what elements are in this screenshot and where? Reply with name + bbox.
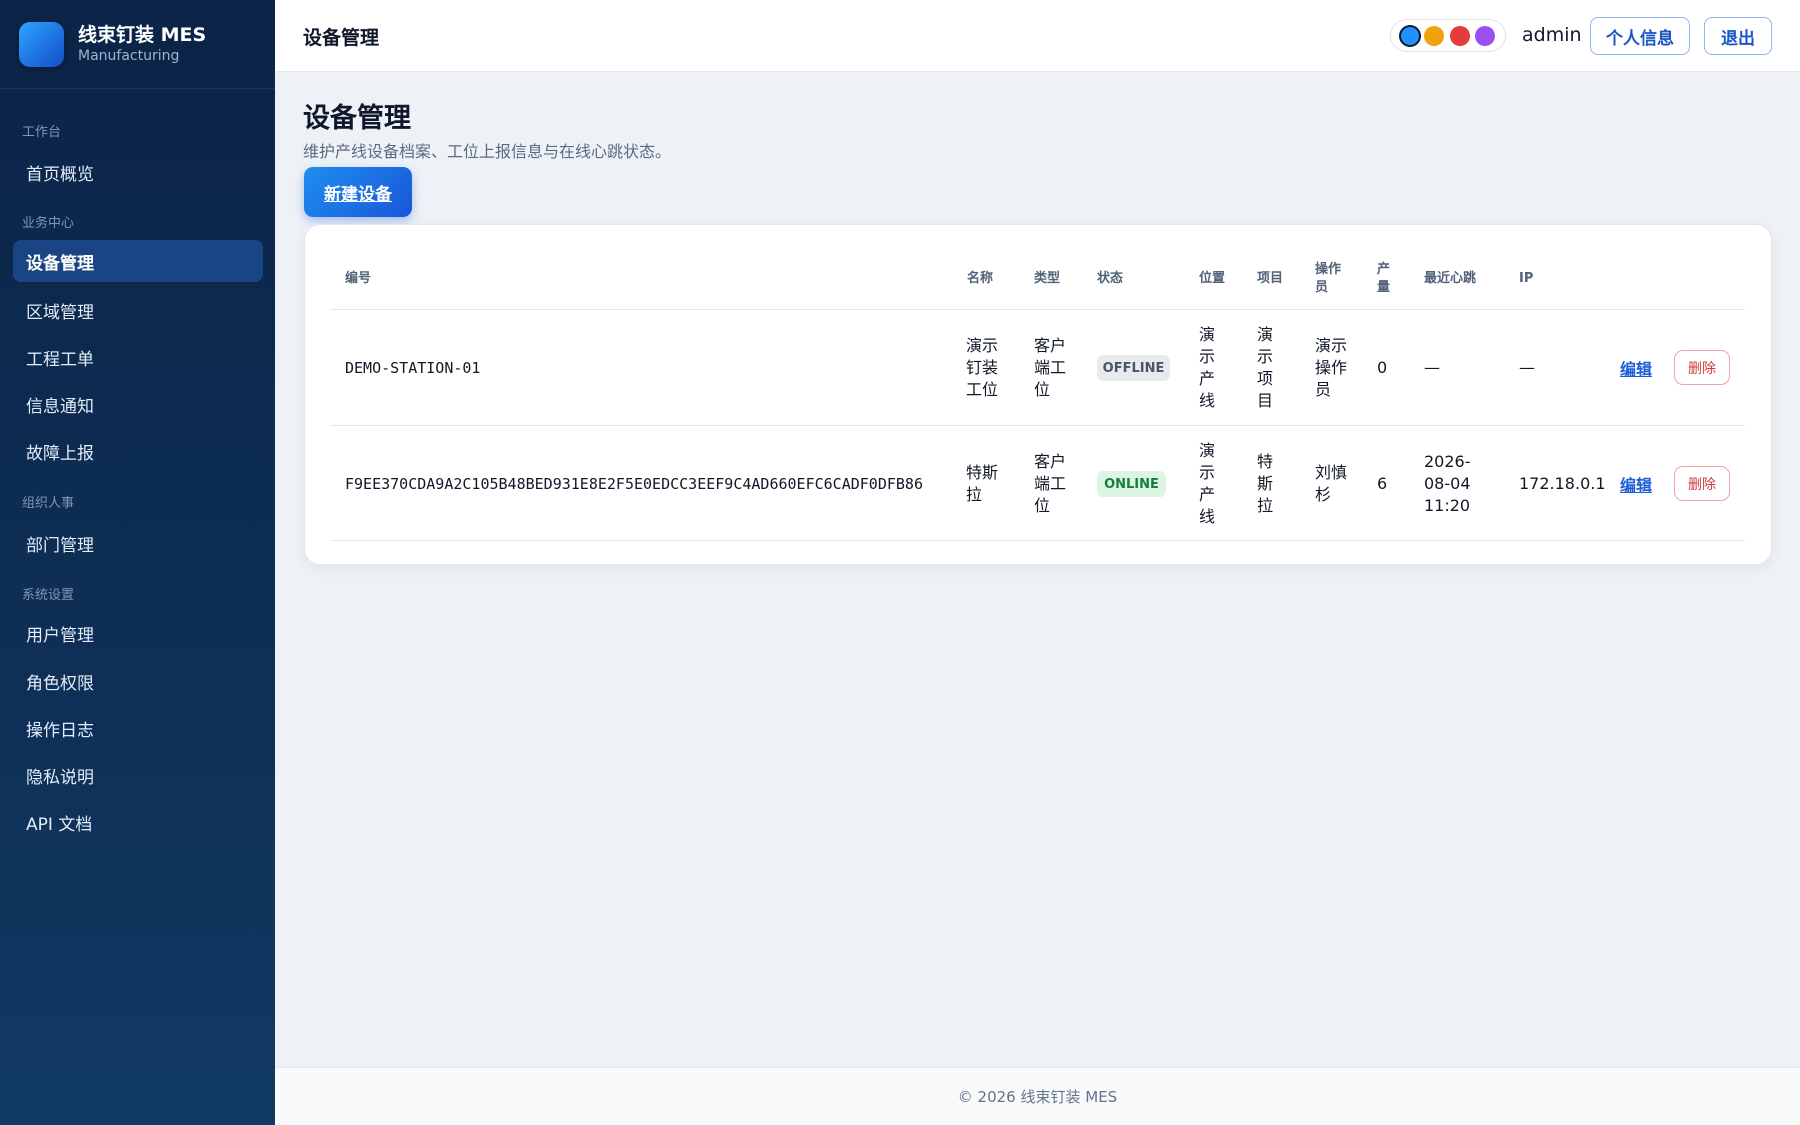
current-user: admin	[1522, 24, 1582, 46]
row2-status-badge: ONLINE	[1097, 471, 1166, 497]
sidebar-item-areas[interactable]: 区域管理	[13, 289, 263, 331]
row2-edit-link[interactable]: 编辑	[1620, 472, 1652, 496]
theme-color-picker	[1390, 19, 1506, 52]
row1-name: 演示钉装工位	[966, 336, 999, 399]
brand: 线束钉装 MES Manufacturing	[0, 0, 275, 89]
row2-name: 特斯拉	[966, 463, 999, 504]
sidebar-item-roles[interactable]: 角色权限	[13, 660, 263, 702]
new-device-button[interactable]: 新建设备	[304, 167, 412, 217]
column-header-status: 状态	[1097, 271, 1124, 286]
row1-status-badge: OFFLINE	[1097, 355, 1170, 381]
sidebar: 线束钉装 MES Manufacturing 工作台 首页概览 业务中心 设备管…	[0, 0, 275, 1125]
row2-heartbeat: 2026-08-04 11:20	[1424, 452, 1471, 515]
brand-name: 线束钉装 MES	[78, 24, 207, 46]
column-header-code: 编号	[345, 271, 372, 286]
row2-location: 演示产线	[1199, 441, 1216, 526]
column-header-name: 名称	[967, 271, 994, 286]
sidebar-item-departments[interactable]: 部门管理	[13, 522, 263, 564]
row1-delete-button[interactable]: 删除	[1674, 350, 1730, 385]
nav-group-org: 组织人事	[22, 496, 75, 511]
row2-ip: 172.18.0.1	[1519, 474, 1606, 493]
row2-output: 6	[1377, 474, 1388, 493]
theme-swatch-orange[interactable]	[1424, 25, 1445, 46]
column-header-type: 类型	[1034, 271, 1061, 286]
row1-ip: —	[1519, 358, 1535, 377]
column-header-heartbeat: 最近心跳	[1424, 271, 1477, 286]
sidebar-item-privacy[interactable]: 隐私说明	[13, 754, 263, 796]
nav-group-system: 系统设置	[22, 588, 75, 603]
row1-output: 0	[1377, 358, 1388, 377]
row1-heartbeat: —	[1424, 358, 1440, 377]
table-divider	[330, 540, 1745, 541]
table-divider	[330, 309, 1745, 310]
row1-location: 演示产线	[1199, 325, 1216, 410]
sidebar-item-operation-log[interactable]: 操作日志	[13, 707, 263, 749]
row2-code: F9EE370CDA9A2C105B48BED931E8E2F5E0EDCC3E…	[345, 475, 923, 493]
sidebar-item-devices[interactable]: 设备管理	[13, 240, 263, 282]
table-divider	[330, 425, 1745, 426]
page-description: 维护产线设备档案、工位上报信息与在线心跳状态。	[303, 142, 672, 161]
logout-button[interactable]: 退出	[1704, 17, 1772, 55]
column-header-project: 项目	[1257, 271, 1284, 286]
row1-code: DEMO-STATION-01	[345, 359, 481, 377]
sidebar-item-users[interactable]: 用户管理	[13, 612, 263, 654]
page-title: 设备管理	[303, 103, 411, 134]
column-header-operator: 操作员	[1315, 262, 1342, 295]
profile-button[interactable]: 个人信息	[1590, 17, 1690, 55]
column-header-location: 位置	[1199, 271, 1226, 286]
row1-operator: 演示操作员	[1315, 336, 1348, 399]
sidebar-item-home[interactable]: 首页概览	[13, 151, 263, 193]
theme-swatch-red[interactable]	[1449, 25, 1470, 46]
top-header: 设备管理 admin 个人信息 退出	[275, 0, 1800, 72]
row2-delete-button[interactable]: 删除	[1674, 466, 1730, 501]
theme-swatch-purple[interactable]	[1475, 25, 1496, 46]
nav-group-workbench: 工作台	[22, 125, 62, 140]
sidebar-item-notifications[interactable]: 信息通知	[13, 383, 263, 425]
row2-project: 特斯拉	[1257, 452, 1274, 515]
sidebar-item-work-orders[interactable]: 工程工单	[13, 336, 263, 378]
column-header-ip: IP	[1519, 271, 1534, 286]
brand-subtitle: Manufacturing	[78, 48, 180, 64]
row2-type: 客户端工位	[1034, 452, 1067, 515]
nav-group-business: 业务中心	[22, 216, 75, 231]
row1-type: 客户端工位	[1034, 336, 1067, 399]
footer: © 2026 线束钉装 MES	[275, 1067, 1800, 1125]
header-title: 设备管理	[303, 27, 380, 49]
row1-edit-link[interactable]: 编辑	[1620, 356, 1652, 380]
column-header-output: 产量	[1377, 262, 1391, 295]
footer-copyright: © 2026 线束钉装 MES	[957, 1088, 1118, 1106]
brand-logo	[19, 21, 64, 67]
row2-operator: 刘慎杉	[1315, 463, 1348, 504]
theme-swatch-blue[interactable]	[1400, 26, 1419, 45]
sidebar-item-api-docs[interactable]: API 文档	[13, 801, 263, 843]
sidebar-item-fault-report[interactable]: 故障上报	[13, 430, 263, 472]
row1-project: 演示项目	[1257, 325, 1274, 410]
